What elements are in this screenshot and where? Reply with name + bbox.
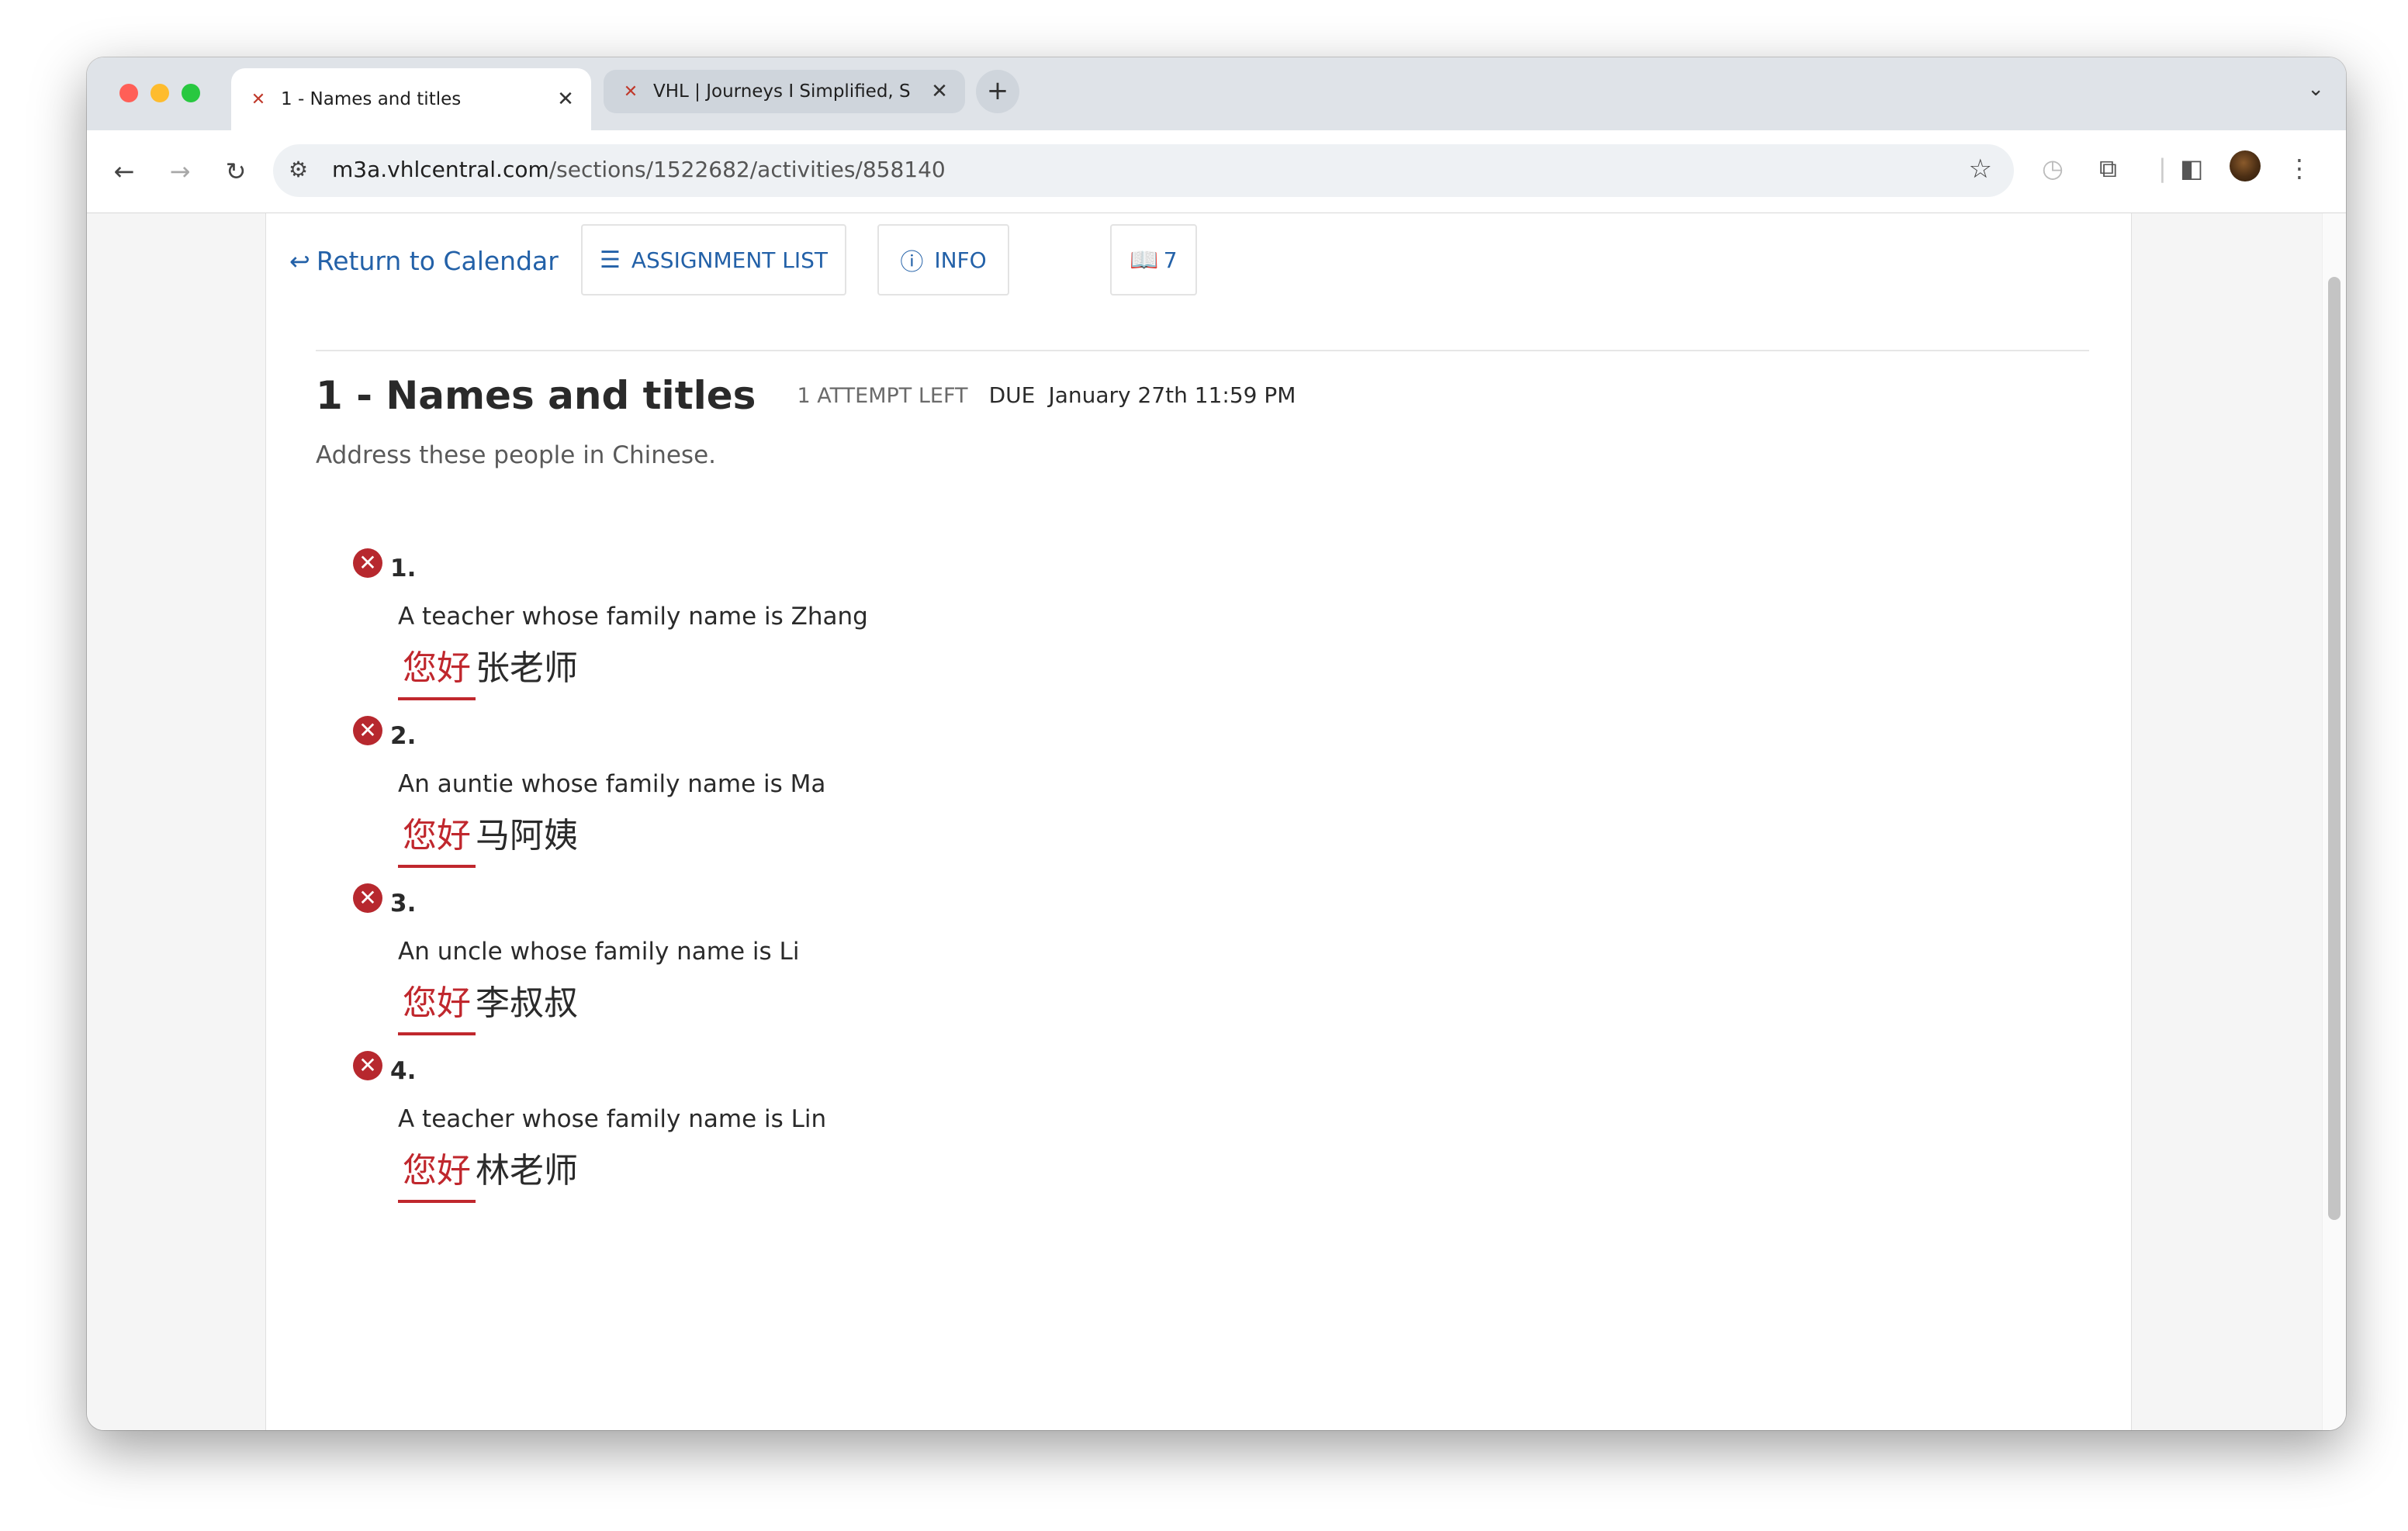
close-tab-icon[interactable]: ✕ <box>552 88 579 111</box>
tab-strip: ✕ 1 - Names and titles ✕ ✕ VHL | Journey… <box>87 57 2346 130</box>
incorrect-x-icon: ✕ <box>353 548 382 578</box>
answer-rest-text: 马阿姨 <box>476 816 578 855</box>
return-to-calendar-link[interactable]: ↩ Return to Calendar <box>289 246 559 276</box>
vhl-favicon-icon: ✕ <box>251 89 266 109</box>
tab-title: 1 - Names and titles <box>281 89 462 109</box>
page-title: 1 - Names and titles <box>316 373 756 418</box>
answer-response: 您好 李叔叔 <box>398 975 578 1035</box>
page-viewport: ↩ Return to Calendar ☰ ASSIGNMENT LIST ⓘ IN… <box>87 213 2346 1430</box>
profile-avatar[interactable] <box>2230 150 2261 181</box>
question-number: 2. <box>390 722 417 750</box>
info-button[interactable]: ⓘ INFO <box>877 224 1009 295</box>
attempts-left: 1 ATTEMPT LEFT <box>797 384 968 408</box>
due-date: January 27th 11:59 PM <box>1048 382 1296 408</box>
close-tab-icon[interactable]: ✕ <box>926 80 953 103</box>
return-label: Return to Calendar <box>316 246 559 276</box>
scrollbar-thumb[interactable] <box>2328 277 2341 1220</box>
incorrect-answer-text: 您好 <box>398 640 476 700</box>
tab-search-chevron-icon[interactable]: ⌄ <box>2307 78 2324 101</box>
browser-toolbar: ← → ↻ ⚙ m3a.vhlcentral.com/sections/1522… <box>87 130 2346 213</box>
question-number: 3. <box>390 890 417 918</box>
question-prompt: A teacher whose family name is Zhang <box>398 603 868 631</box>
url-text[interactable]: m3a.vhlcentral.com/sections/1522682/acti… <box>332 157 946 182</box>
answer-rest-text: 李叔叔 <box>476 983 578 1023</box>
toolbar-separator: | <box>2158 154 2167 183</box>
book-pages-button[interactable]: 📖 7 <box>1110 224 1197 295</box>
incorrect-x-icon: ✕ <box>353 1051 382 1080</box>
tab-title: VHL | Journeys I Simplified, S <box>653 81 911 102</box>
browser-window: ✕ 1 - Names and titles ✕ ✕ VHL | Journey… <box>87 57 2346 1430</box>
open-book-icon: 📖 <box>1130 246 1159 274</box>
answer-rest-text: 林老师 <box>476 1151 578 1191</box>
question-prompt: An auntie whose family name is Ma <box>398 770 826 798</box>
instructions: Address these people in Chinese. <box>316 441 717 469</box>
browser-menu-icon[interactable]: ⋮ <box>2287 154 2312 183</box>
info-label: INFO <box>934 247 987 273</box>
answer-response: 您好 林老师 <box>398 1142 578 1203</box>
tab-names-and-titles[interactable]: ✕ 1 - Names and titles ✕ <box>231 68 591 130</box>
question-prompt: A teacher whose family name is Lin <box>398 1105 827 1133</box>
question-number: 4. <box>390 1057 417 1085</box>
incorrect-answer-text: 您好 <box>398 1142 476 1203</box>
site-settings-icon[interactable]: ⚙ <box>289 157 308 182</box>
page-scrollbar[interactable] <box>2322 213 2346 1430</box>
vhl-favicon-icon: ✕ <box>623 81 638 102</box>
incorrect-answer-text: 您好 <box>398 975 476 1035</box>
back-arrow-icon[interactable]: ← <box>107 157 141 186</box>
history-clock-icon[interactable]: ◷ <box>2042 154 2064 183</box>
activity-top-nav: ↩ Return to Calendar ☰ ASSIGNMENT LIST ⓘ IN… <box>266 213 2131 314</box>
info-circle-icon: ⓘ <box>900 249 924 276</box>
incorrect-answer-text: 您好 <box>398 807 476 868</box>
question-prompt: An uncle whose family name is Li <box>398 938 800 966</box>
due-label: DUE <box>988 382 1036 408</box>
answer-response: 您好 马阿姨 <box>398 807 578 868</box>
incorrect-x-icon: ✕ <box>353 883 382 913</box>
side-panel-icon[interactable]: ◧ <box>2180 154 2203 183</box>
bookmark-star-icon[interactable]: ☆ <box>1969 154 1992 185</box>
activity-title-row: 1 - Names and titles 1 ATTEMPT LEFT DUE … <box>316 373 1296 418</box>
reply-arrow-icon: ↩ <box>289 247 310 276</box>
address-bar[interactable]: ⚙ m3a.vhlcentral.com/sections/1522682/ac… <box>273 144 2014 197</box>
assignment-list-button[interactable]: ☰ ASSIGNMENT LIST <box>581 224 846 295</box>
question-number: 1. <box>390 555 417 582</box>
answer-rest-text: 张老师 <box>476 648 578 688</box>
maximize-window-button[interactable] <box>182 84 200 102</box>
forward-arrow-icon[interactable]: → <box>163 157 197 186</box>
book-count: 7 <box>1163 247 1178 273</box>
new-tab-button[interactable]: + <box>976 70 1019 113</box>
reload-icon[interactable]: ↻ <box>219 157 253 186</box>
incorrect-x-icon: ✕ <box>353 716 382 745</box>
answer-response: 您好 张老师 <box>398 640 578 700</box>
assignment-list-label: ASSIGNMENT LIST <box>631 247 829 273</box>
list-icon: ☰ <box>599 246 621 274</box>
extensions-puzzle-icon[interactable]: ⧉ <box>2099 154 2117 184</box>
minimize-window-button[interactable] <box>150 84 169 102</box>
close-window-button[interactable] <box>119 84 138 102</box>
tab-vhl-journeys[interactable]: ✕ VHL | Journeys I Simplified, S ✕ <box>604 70 965 113</box>
header-divider <box>316 350 2089 351</box>
activity-content: ↩ Return to Calendar ☰ ASSIGNMENT LIST ⓘ IN… <box>265 213 2132 1430</box>
